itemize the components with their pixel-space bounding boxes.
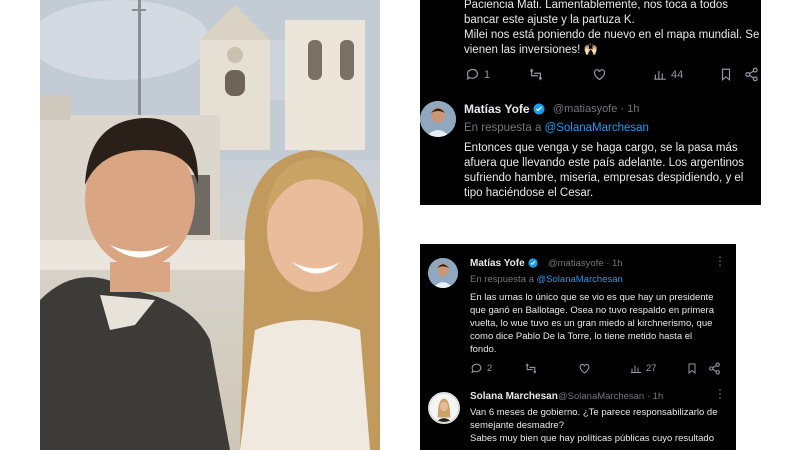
tweet-line: que ganó en Ballotage. Osea no tuvo resp… (470, 305, 714, 316)
author-handle[interactable]: @matiasyofe · 1h (553, 103, 639, 115)
share-icon (745, 67, 758, 82)
bookmark-icon (688, 363, 696, 375)
verified-badge-icon (528, 258, 538, 268)
tweet-line: Entonces que venga y se haga cargo, se l… (464, 142, 738, 154)
like-icon (579, 363, 590, 374)
repost-button[interactable] (524, 362, 538, 375)
tweet-line: Van 6 meses de gobierno. ¿Te parece resp… (470, 407, 718, 418)
more-icon[interactable]: ⋮ (714, 387, 727, 401)
tweet-line: fondo. (470, 344, 497, 355)
avatar-image (430, 394, 458, 422)
avatar-image (428, 258, 458, 288)
repost-icon (525, 363, 537, 374)
bookmark-button[interactable] (719, 67, 733, 82)
author-name[interactable]: Solana Marchesan (470, 391, 558, 402)
reply-button[interactable]: 2 (470, 362, 492, 375)
reply-tweet-text: Entonces que venga y se haga cargo, se l… (464, 141, 761, 201)
couple-photo (40, 0, 380, 450)
tweet-line: vienen las inversiones! 🙌🏻 (464, 44, 598, 56)
views-button[interactable]: 44 (653, 67, 683, 82)
tweet-line: Milei nos está poniendo de nuevo en el m… (464, 29, 760, 41)
tweet-line: tipo haciéndose el Cesar. (464, 187, 594, 199)
avatar[interactable] (420, 101, 456, 137)
reply-prefix: En respuesta a (470, 274, 537, 285)
reply-context: En respuesta a @SolanaMarchesan (470, 274, 623, 285)
tweet-line: como dice Pablo De la Torre, lo tiene me… (470, 331, 693, 342)
tweet-text: En las urnas lo único que se vio es que … (470, 291, 736, 356)
tweet-line: sufriendo hambre, miseria, empresas desp… (464, 172, 744, 184)
views-icon (654, 71, 666, 80)
like-button[interactable] (578, 362, 591, 375)
author-name-text: Matías Yofe (470, 258, 525, 269)
views-count: 27 (646, 363, 657, 374)
views-count: 44 (671, 68, 684, 81)
author-handle[interactable]: @SolanaMarchesan · 1h (558, 391, 663, 402)
avatar[interactable] (428, 258, 458, 288)
reply-button[interactable]: 1 (465, 67, 490, 82)
avatar-image (420, 101, 456, 137)
reply-icon (471, 363, 482, 374)
avatar[interactable] (428, 392, 460, 424)
tweet-text: Van 6 meses de gobierno. ¿Te parece resp… (470, 406, 736, 445)
tweet-line: afuera que llevando este país adelante. … (464, 157, 745, 169)
bookmark-button[interactable] (686, 362, 698, 375)
author-name-text: Matías Yofe (464, 102, 530, 116)
reply-count: 1 (484, 68, 491, 81)
tweet-line: Paciencia Mati. Lamentablemente, nos toc… (464, 0, 729, 11)
tweet-line: semejante desmadre? (470, 420, 564, 431)
like-icon (593, 69, 606, 81)
more-icon[interactable]: ⋮ (714, 254, 727, 268)
tweet-thread-card-1: Paciencia Mati. Lamentablemente, nos toc… (420, 0, 761, 205)
reply-count: 2 (487, 363, 493, 374)
author-name[interactable]: Matías Yofe (470, 258, 538, 269)
like-button[interactable] (592, 67, 607, 82)
reply-context: En respuesta a @SolanaMarchesan (464, 122, 649, 134)
tweet-line: bancar este ajuste y la partuza K. (464, 14, 635, 26)
author-name[interactable]: Matías Yofe (464, 102, 545, 116)
repost-button[interactable] (528, 67, 544, 82)
share-icon (709, 362, 720, 375)
share-button[interactable] (744, 67, 759, 82)
photo-illustration (40, 0, 380, 450)
reply-prefix: En respuesta a (464, 122, 545, 134)
views-button[interactable]: 27 (630, 362, 657, 375)
tweet-line: vuelta, lo wue tuvo es un gran miedo al … (470, 318, 713, 329)
share-button[interactable] (708, 362, 721, 375)
tweet-line: Sabes muy bien que hay políticas pública… (470, 433, 714, 444)
reply-icon (466, 68, 479, 81)
tweet-thread-card-2: Matías Yofe @matiasyofe · 1h ⋮ En respue… (420, 244, 736, 450)
bookmark-icon (721, 68, 731, 81)
repost-icon (529, 68, 543, 81)
views-icon (631, 365, 641, 373)
author-handle[interactable]: @matiasyofe · 1h (548, 258, 623, 269)
top-tweet-text: Paciencia Mati. Lamentablemente, nos toc… (464, 0, 761, 58)
reply-mention-link[interactable]: @SolanaMarchesan (537, 274, 623, 285)
verified-badge-icon (533, 103, 545, 115)
tweet-line: En las urnas lo único que se vio es que … (470, 292, 714, 303)
reply-mention-link[interactable]: @SolanaMarchesan (545, 122, 649, 134)
